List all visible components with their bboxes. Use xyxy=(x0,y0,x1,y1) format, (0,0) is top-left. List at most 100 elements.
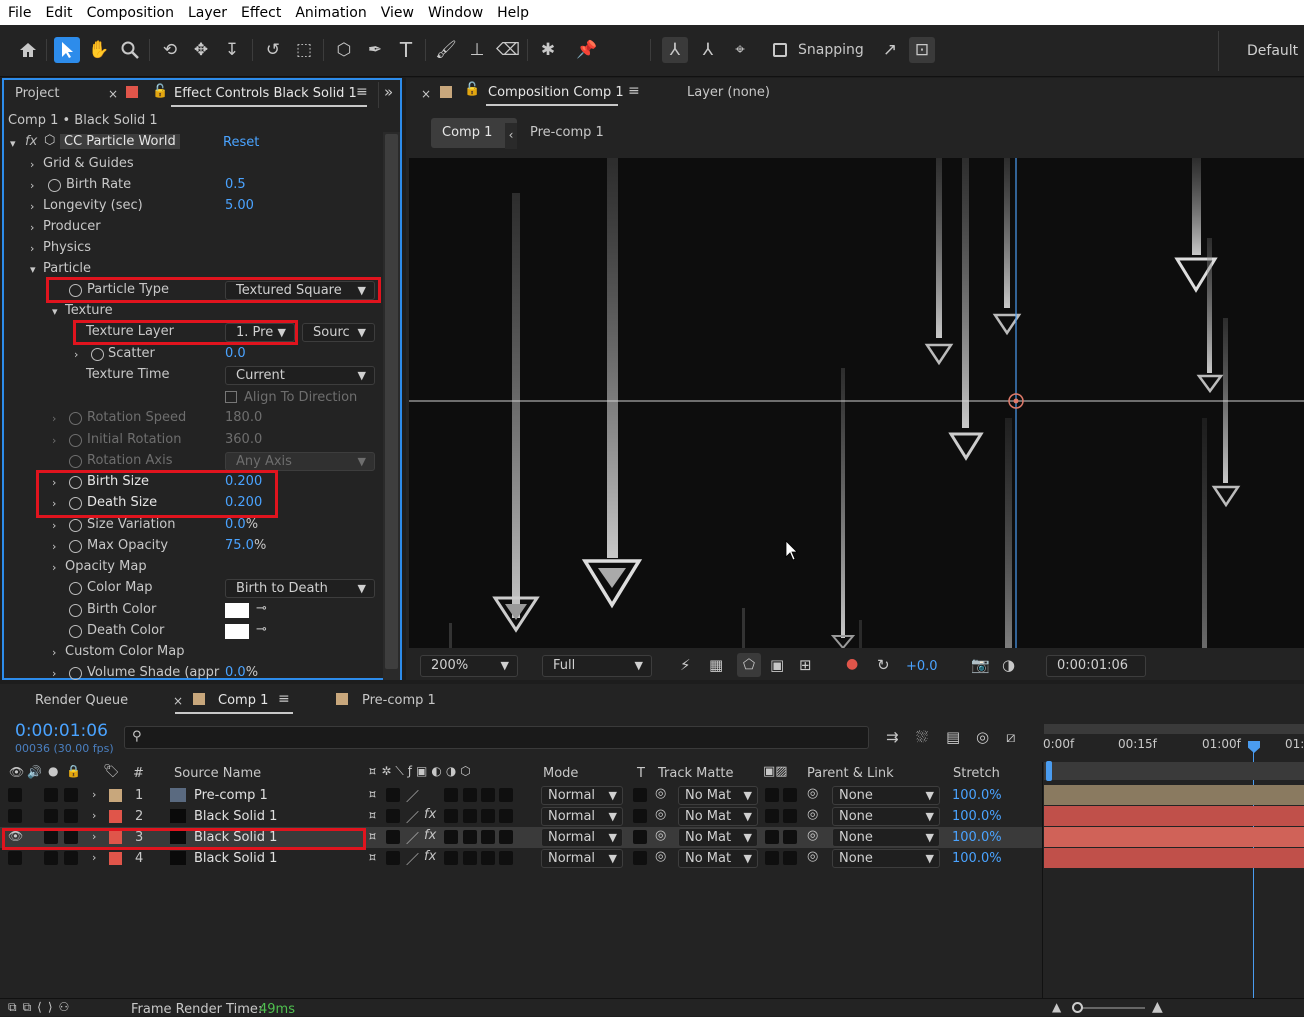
selection-tool-icon[interactable] xyxy=(54,37,80,63)
layer-bar-solid-4[interactable] xyxy=(1044,848,1304,868)
mode-dropdown[interactable]: Normal ▼ xyxy=(541,849,623,868)
stretch-value[interactable]: 100.0% xyxy=(952,809,1002,824)
tab-comp1[interactable]: Comp 1 xyxy=(218,693,268,708)
quality-icon[interactable]: ／ xyxy=(406,807,419,826)
orbit-camera-icon[interactable]: ⟲ xyxy=(157,37,183,63)
close-icon[interactable]: × xyxy=(421,87,431,101)
lock-toggle[interactable] xyxy=(64,851,78,865)
motion-blur-icon[interactable]: ◎ xyxy=(976,728,989,746)
eyedropper-icon[interactable]: ⊸ xyxy=(256,601,267,616)
layer-name[interactable]: Pre-comp 1 xyxy=(194,788,268,803)
visibility-toggle[interactable] xyxy=(8,809,22,823)
brush-tool-icon[interactable]: 🖌 xyxy=(433,37,459,63)
shy-icon[interactable]: ⯏ xyxy=(368,850,377,865)
prop-grid-guides[interactable]: › Grid & Guides xyxy=(4,154,382,175)
slider-handle[interactable] xyxy=(1072,1002,1083,1013)
solo-toggle[interactable] xyxy=(44,851,58,865)
layer-label-color[interactable] xyxy=(109,789,122,802)
pickwhip-icon[interactable]: ◎ xyxy=(655,828,666,843)
death-color-swatch[interactable] xyxy=(225,624,249,639)
resolution-dropdown[interactable]: Full ▼ xyxy=(542,655,652,677)
effect-header-row[interactable]: ▾ fx ⬡ CC Particle World Reset xyxy=(4,133,382,154)
snapshot-icon[interactable]: 📷 xyxy=(971,656,990,674)
visibility-toggle[interactable] xyxy=(8,788,22,802)
snapping-checkbox[interactable] xyxy=(773,43,787,57)
lock-toggle[interactable] xyxy=(64,788,78,802)
prop-producer[interactable]: › Producer xyxy=(4,217,382,238)
zoom-dropdown[interactable]: 200% ▼ xyxy=(420,655,518,677)
current-time-display[interactable]: 0:00:01:06 xyxy=(1046,655,1146,677)
quality-icon[interactable]: ／ xyxy=(406,828,419,847)
lock-icon[interactable]: 🔓 xyxy=(152,84,168,99)
composition-viewer[interactable] xyxy=(409,158,1304,648)
prop-rotation-axis[interactable]: Rotation Axis Any Axis ▼ xyxy=(4,451,382,472)
prop-color-map[interactable]: Color Map Birth to Death ▼ xyxy=(4,578,382,599)
birth-color-swatch[interactable] xyxy=(225,603,249,618)
tab-precomp1[interactable]: Pre-comp 1 xyxy=(362,693,436,708)
mode-dropdown[interactable]: Normal ▼ xyxy=(541,786,623,805)
footer-toggle-icons[interactable]: ⧉⧉⟨⟩⚇ xyxy=(8,1000,75,1015)
zoom-out-icon[interactable]: ▲ xyxy=(1052,1000,1061,1014)
parent-dropdown[interactable]: None ▼ xyxy=(832,849,940,868)
shy-icon[interactable]: ⯏ xyxy=(368,787,377,802)
mask-visibility-icon[interactable]: ⬠ xyxy=(737,653,761,677)
reset-link[interactable]: Reset xyxy=(223,135,259,150)
layer-search-input[interactable]: ⚲ xyxy=(124,726,869,749)
frame-blending-icon[interactable]: ▤ xyxy=(946,728,960,746)
fx-icon[interactable]: fx xyxy=(424,849,436,864)
layer-label-color[interactable] xyxy=(109,810,122,823)
local-axis-icon[interactable]: ⅄ xyxy=(662,37,688,63)
shy-icon[interactable]: ⯏ xyxy=(368,808,377,823)
prop-physics[interactable]: › Physics xyxy=(4,238,382,259)
type-tool-icon[interactable]: T xyxy=(393,37,419,63)
menu-help[interactable]: Help xyxy=(490,5,536,21)
snap-features-icon[interactable]: ⊡ xyxy=(909,37,935,63)
preserve-transparency-toggle[interactable] xyxy=(633,788,647,802)
lock-icon[interactable]: 🔓 xyxy=(464,82,480,97)
solo-toggle[interactable] xyxy=(44,788,58,802)
world-axis-icon[interactable]: ⅄ xyxy=(695,37,721,63)
menu-window[interactable]: Window xyxy=(421,5,490,21)
channels-icon[interactable]: ● xyxy=(846,656,858,672)
workspace-default[interactable]: Default xyxy=(1247,43,1298,59)
prop-custom-color-map[interactable]: › Custom Color Map xyxy=(4,642,382,663)
panel-menu-icon[interactable]: ≡ xyxy=(278,691,290,707)
prop-birth-rate[interactable]: › Birth Rate 0.5 xyxy=(4,175,382,196)
stretch-value[interactable]: 100.0% xyxy=(952,851,1002,866)
mode-dropdown[interactable]: Normal ▼ xyxy=(541,807,623,826)
snap-edges-icon[interactable]: ↗ xyxy=(877,37,903,63)
panel-menu-icon[interactable]: ≡ xyxy=(628,83,640,99)
close-icon[interactable]: × xyxy=(173,694,183,708)
effect-controls-scrollbar[interactable] xyxy=(383,132,400,680)
eyedropper-icon[interactable]: ⊸ xyxy=(256,622,267,637)
anchor-point-tool-icon[interactable]: ⬚ xyxy=(291,37,317,63)
tab-effect-controls[interactable]: Effect Controls Black Solid 1 xyxy=(174,86,357,101)
shape-tool-icon[interactable]: ⬡ xyxy=(331,37,357,63)
parent-dropdown[interactable]: None ▼ xyxy=(832,786,940,805)
pen-tool-icon[interactable]: ✒ xyxy=(362,37,388,63)
work-area-start[interactable] xyxy=(1046,761,1052,781)
breadcrumb-comp1[interactable]: Comp 1 xyxy=(442,125,492,140)
track-matte-dropdown[interactable]: No Mat ▼ xyxy=(678,786,758,805)
tab-render-queue[interactable]: Render Queue xyxy=(35,693,128,708)
rotation-tool-icon[interactable]: ↺ xyxy=(260,37,286,63)
layer-bar-solid-3[interactable] xyxy=(1044,827,1304,847)
preserve-transparency-toggle[interactable] xyxy=(633,851,647,865)
layer-name[interactable]: Black Solid 1 xyxy=(194,851,277,866)
fx-icon[interactable]: fx xyxy=(424,807,436,822)
current-time[interactable]: 0:00:01:06 xyxy=(15,721,108,741)
pickwhip-icon[interactable]: ◎ xyxy=(655,807,666,822)
menu-edit[interactable]: Edit xyxy=(38,5,79,21)
quality-icon[interactable]: ／ xyxy=(406,849,419,868)
dolly-camera-icon[interactable]: ↧ xyxy=(219,37,245,63)
prop-texture[interactable]: ▾ Texture xyxy=(4,301,382,322)
lock-toggle[interactable] xyxy=(64,809,78,823)
parent-pickwhip-icon[interactable]: ◎ xyxy=(807,786,818,801)
shy-layers-icon[interactable]: ⛆ xyxy=(916,728,928,746)
tab-composition[interactable]: Composition Comp 1 xyxy=(488,85,624,100)
track-matte-dropdown[interactable]: No Mat ▼ xyxy=(678,807,758,826)
chevron-right-icon[interactable]: › xyxy=(92,809,96,822)
fx-icon[interactable]: fx xyxy=(424,828,436,843)
tab-project[interactable]: Project xyxy=(15,86,59,101)
eraser-tool-icon[interactable]: ⌫ xyxy=(495,37,521,63)
